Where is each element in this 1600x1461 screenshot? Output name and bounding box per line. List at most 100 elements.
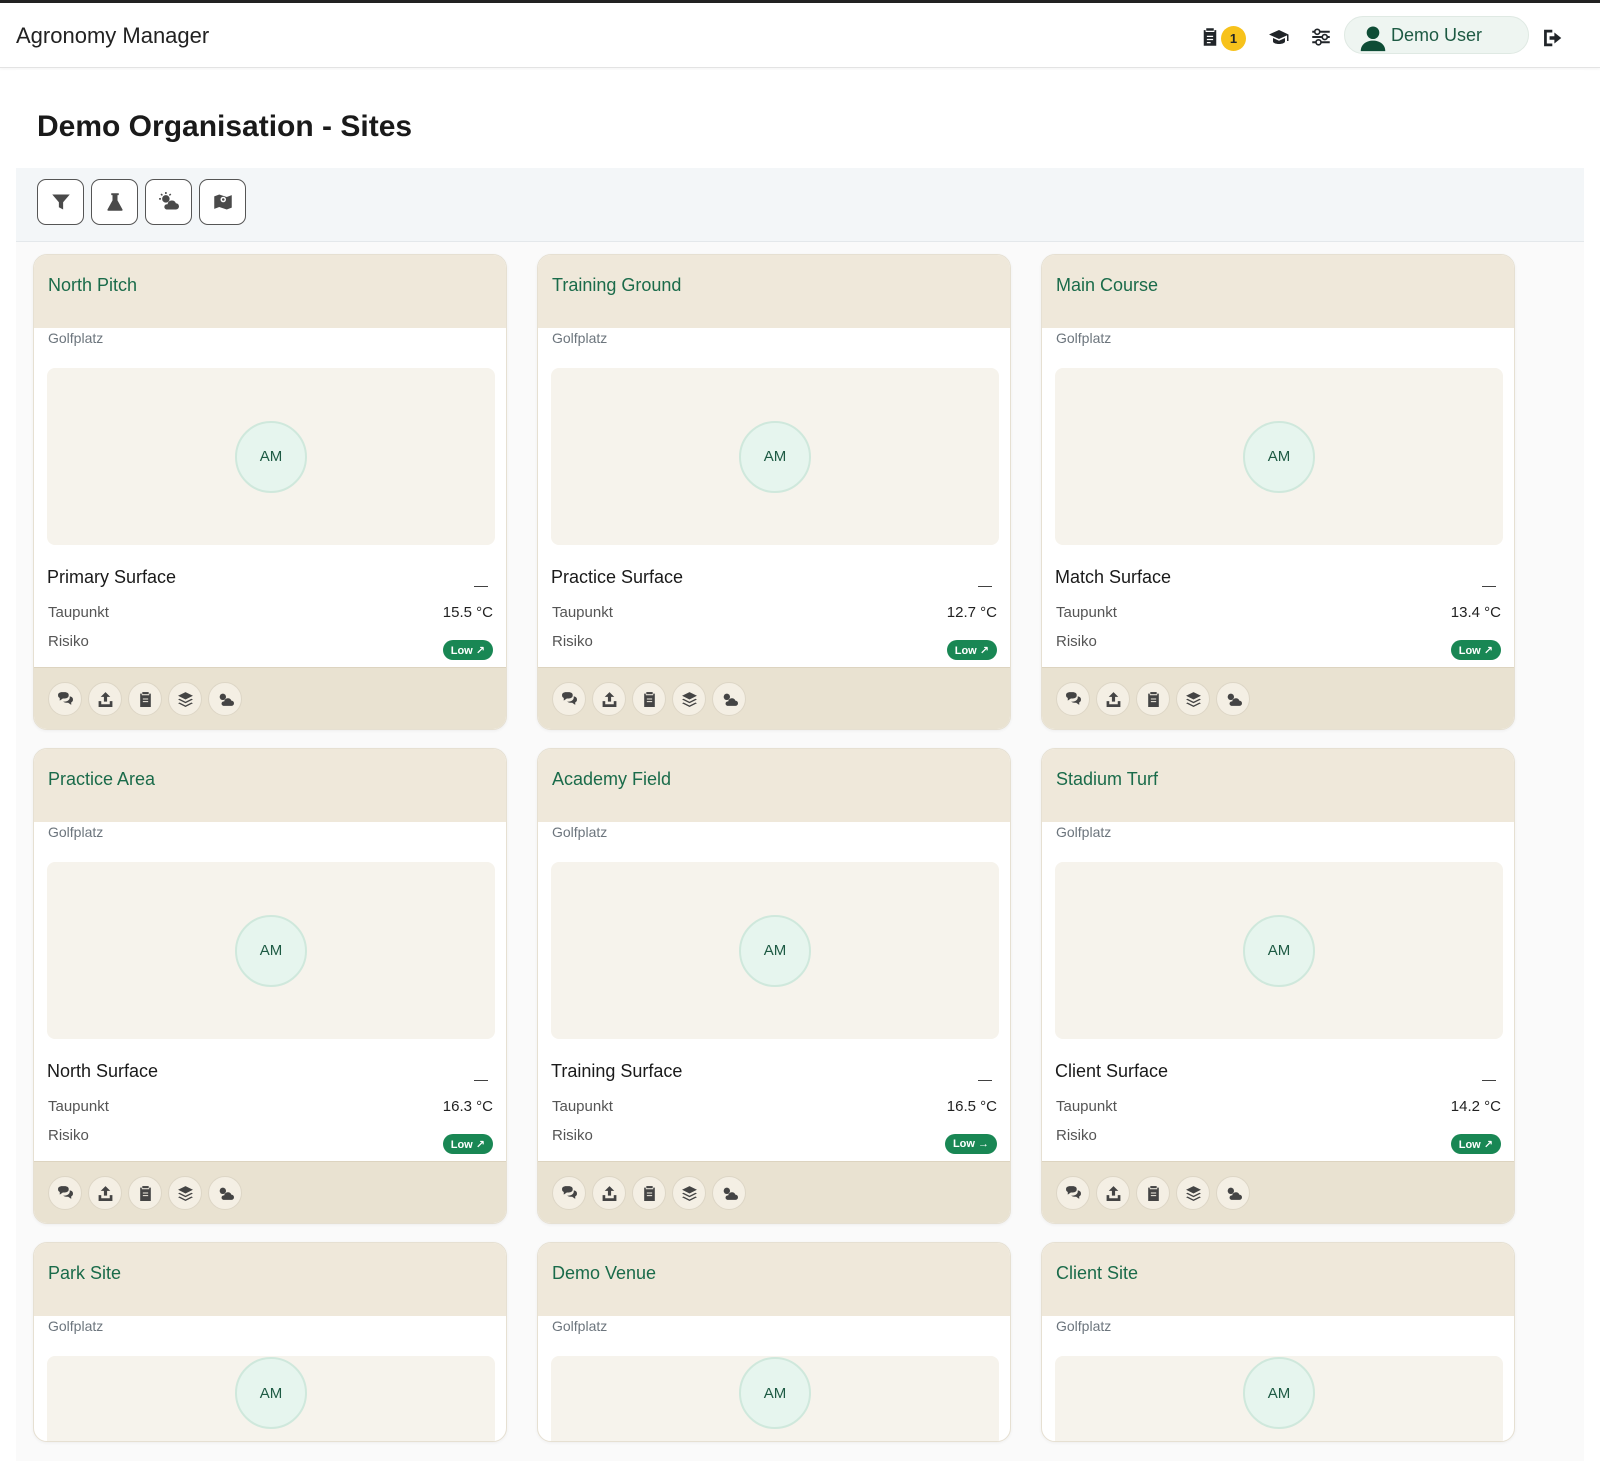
comments-button[interactable] [1056, 682, 1090, 716]
weather-button[interactable] [712, 1176, 746, 1210]
weather-button[interactable] [145, 179, 192, 225]
site-image-placeholder[interactable]: AM [551, 1356, 999, 1441]
app-title[interactable]: Agronomy Manager [16, 23, 209, 49]
site-card[interactable]: Practice Area Golfplatz AM North Surface — Ta… [33, 748, 507, 1224]
surface-name[interactable]: Practice Surface [551, 567, 683, 588]
site-initials-avatar: AM [1243, 914, 1315, 987]
comments-button[interactable] [552, 1176, 586, 1210]
upload-button[interactable] [88, 1176, 122, 1210]
site-image-placeholder[interactable]: AM [47, 1356, 495, 1441]
layers-button[interactable] [1176, 1176, 1210, 1210]
layers-icon [177, 1185, 193, 1201]
notes-button[interactable] [632, 682, 666, 716]
layers-button[interactable] [672, 682, 706, 716]
upload-button[interactable] [1096, 1176, 1130, 1210]
layers-button[interactable] [168, 1176, 202, 1210]
map-button[interactable] [199, 179, 246, 225]
site-initials-avatar: AM [739, 1357, 811, 1429]
site-name[interactable]: Client Site [1056, 1263, 1138, 1284]
card-header: Demo Venue [538, 1243, 1010, 1316]
weather-button[interactable] [208, 682, 242, 716]
surface-name[interactable]: North Surface [47, 1061, 158, 1082]
notification-badge[interactable]: 1 [1221, 26, 1246, 51]
weather-button[interactable] [1216, 1176, 1250, 1210]
site-image-placeholder[interactable]: AM [1055, 368, 1503, 545]
wetter-value: — [474, 1071, 488, 1087]
layers-icon [1185, 1185, 1201, 1201]
site-name[interactable]: Demo Venue [552, 1263, 656, 1284]
site-image-placeholder[interactable]: AM [551, 862, 999, 1039]
risk-badge: Low → [944, 1134, 997, 1154]
site-image-placeholder[interactable]: AM [1055, 862, 1503, 1039]
comments-button[interactable] [552, 682, 586, 716]
site-initials-avatar: AM [235, 914, 307, 987]
site-name[interactable]: Stadium Turf [1056, 769, 1158, 790]
card-header: Practice Area [34, 749, 506, 822]
site-name[interactable]: North Pitch [48, 275, 137, 296]
layers-button[interactable] [168, 682, 202, 716]
site-type: Golfplatz [1056, 330, 1112, 346]
site-card[interactable]: Academy Field Golfplatz AM Training Surface… [537, 748, 1011, 1224]
site-name[interactable]: Main Course [1056, 275, 1158, 296]
weather-button[interactable] [208, 1176, 242, 1210]
notes-button[interactable] [632, 1176, 666, 1210]
site-image-placeholder[interactable]: AM [47, 368, 495, 545]
notes-button[interactable] [1136, 1176, 1170, 1210]
site-card[interactable]: Demo Venue Golfplatz AM [537, 1242, 1011, 1442]
card-header: Stadium Turf [1042, 749, 1514, 822]
site-name[interactable]: Academy Field [552, 769, 671, 790]
upload-icon [1106, 1185, 1120, 1201]
site-image-placeholder[interactable]: AM [1055, 1356, 1503, 1441]
clipboard-icon[interactable] [1198, 25, 1222, 49]
site-image-placeholder[interactable]: AM [47, 862, 495, 1039]
upload-button[interactable] [592, 1176, 626, 1210]
site-card[interactable]: Stadium Turf Golfplatz AM Client Surface — Ta… [1041, 748, 1515, 1224]
site-initials-avatar: AM [1243, 420, 1315, 493]
site-card[interactable]: Client Site Golfplatz AM [1041, 1242, 1515, 1442]
graduation-cap-icon[interactable] [1267, 25, 1291, 49]
comments-button[interactable] [1056, 1176, 1090, 1210]
surface-name[interactable]: Primary Surface [47, 567, 176, 588]
notes-button[interactable] [1136, 682, 1170, 716]
site-initials-avatar: AM [235, 420, 307, 493]
site-name[interactable]: Practice Area [48, 769, 155, 790]
weather-button[interactable] [712, 682, 746, 716]
site-type: Golfplatz [552, 1318, 608, 1334]
upload-button[interactable] [88, 682, 122, 716]
site-card[interactable]: North Pitch Golfplatz AM Primary Surface — Ta… [33, 254, 507, 730]
site-name[interactable]: Park Site [48, 1263, 121, 1284]
layers-icon [1185, 691, 1201, 707]
surface-name[interactable]: Training Surface [551, 1061, 682, 1082]
site-type: Golfplatz [552, 824, 608, 840]
upload-button[interactable] [592, 682, 626, 716]
layers-icon [681, 1185, 697, 1201]
cloud-sun-icon [219, 1187, 234, 1200]
site-card[interactable]: Training Ground Golfplatz AM Practice Surfa… [537, 254, 1011, 730]
layers-button[interactable] [672, 1176, 706, 1210]
comments-button[interactable] [48, 682, 82, 716]
sign-out-icon[interactable] [1542, 27, 1564, 49]
site-card[interactable]: Main Course Golfplatz AM Match Surface — Taup… [1041, 254, 1515, 730]
layers-button[interactable] [1176, 682, 1210, 716]
site-initials-avatar: AM [235, 1357, 307, 1429]
clipboard-icon [139, 691, 151, 707]
filter-button[interactable] [37, 179, 84, 225]
sliders-icon[interactable] [1309, 25, 1333, 49]
site-card[interactable]: Park Site Golfplatz AM [33, 1242, 507, 1442]
comments-button[interactable] [48, 1176, 82, 1210]
surface-name[interactable]: Client Surface [1055, 1061, 1168, 1082]
card-actions [34, 1161, 506, 1223]
weather-button[interactable] [1216, 682, 1250, 716]
card-header: Park Site [34, 1243, 506, 1316]
taupunkt-label: Taupunkt [1056, 604, 1117, 621]
lab-button[interactable] [91, 179, 138, 225]
upload-button[interactable] [1096, 682, 1130, 716]
wetter-value: — [474, 577, 488, 593]
site-name[interactable]: Training Ground [552, 275, 681, 296]
surface-name[interactable]: Match Surface [1055, 567, 1171, 588]
user-menu-button[interactable]: Demo User [1344, 16, 1529, 54]
notes-button[interactable] [128, 1176, 162, 1210]
notes-button[interactable] [128, 682, 162, 716]
site-image-placeholder[interactable]: AM [551, 368, 999, 545]
comments-icon [561, 691, 577, 705]
